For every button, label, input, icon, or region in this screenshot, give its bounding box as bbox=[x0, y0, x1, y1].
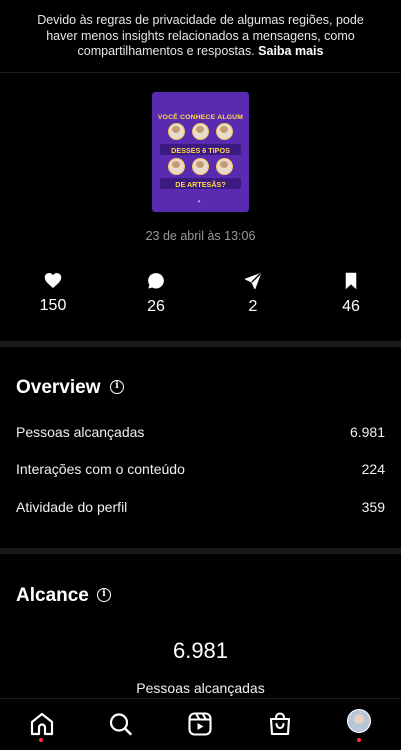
row-value: 6.981 bbox=[349, 424, 385, 440]
thumb-line-2: DESSES 6 TIPOS bbox=[171, 146, 230, 155]
row-label: Atividade do perfil bbox=[16, 499, 128, 515]
profile-avatar[interactable] bbox=[347, 709, 371, 733]
saves-stat: 46 bbox=[321, 272, 381, 316]
overview-row[interactable]: Interações com o conteúdo 224 bbox=[16, 461, 385, 477]
overview-row[interactable]: Atividade do perfil 359 bbox=[16, 499, 385, 515]
search-icon[interactable] bbox=[108, 712, 134, 736]
info-icon[interactable]: i bbox=[110, 380, 124, 394]
row-value: 359 bbox=[361, 499, 385, 515]
overview-row[interactable]: Pessoas alcançadas 6.981 bbox=[16, 424, 385, 440]
reels-icon[interactable] bbox=[187, 712, 213, 736]
face-image bbox=[168, 158, 185, 175]
bookmark-icon bbox=[345, 272, 357, 290]
thumb-line-1: VOCÊ CONHECE ALGUM bbox=[157, 114, 244, 121]
likes-count: 150 bbox=[39, 297, 67, 314]
shares-count: 2 bbox=[248, 298, 258, 315]
row-value: 224 bbox=[361, 461, 385, 477]
shares-stat: 2 bbox=[223, 272, 283, 316]
likes-stat: 150 bbox=[23, 272, 83, 315]
overview-title: Overview bbox=[16, 377, 101, 398]
face-image bbox=[216, 123, 233, 140]
thumb-line-3: DE ARTESÃS? bbox=[175, 180, 226, 189]
face-image bbox=[192, 158, 209, 175]
shop-icon[interactable] bbox=[267, 712, 293, 736]
heart-icon bbox=[44, 273, 62, 288]
reach-value: 6.981 bbox=[172, 638, 229, 663]
section-divider bbox=[0, 341, 401, 347]
row-label: Interações com o conteúdo bbox=[16, 461, 185, 477]
row-label: Pessoas alcançadas bbox=[16, 424, 145, 440]
notification-dot bbox=[39, 738, 43, 742]
face-image bbox=[168, 123, 185, 140]
notification-dot bbox=[357, 738, 361, 742]
reach-label: Pessoas alcançadas bbox=[136, 680, 265, 696]
post-date: 23 de abril às 13:06 bbox=[145, 229, 256, 243]
post-thumbnail[interactable]: VOCÊ CONHECE ALGUM DESSES 6 TIPOS DE ART… bbox=[152, 92, 249, 212]
section-divider bbox=[0, 548, 401, 554]
comments-count: 26 bbox=[147, 298, 165, 315]
comment-icon bbox=[148, 273, 164, 289]
thumb-logo: ✦ bbox=[197, 199, 202, 205]
reach-title: Alcance bbox=[16, 585, 89, 606]
learn-more-link[interactable]: Saiba mais bbox=[258, 44, 323, 58]
privacy-notice: Devido às regras de privacidade de algum… bbox=[0, 0, 401, 72]
home-icon[interactable] bbox=[29, 712, 55, 736]
saves-count: 46 bbox=[342, 298, 360, 315]
send-icon bbox=[244, 272, 262, 290]
face-image bbox=[192, 123, 209, 140]
divider bbox=[0, 72, 401, 73]
face-image bbox=[216, 158, 233, 175]
info-icon[interactable]: i bbox=[97, 588, 111, 602]
comments-stat: 26 bbox=[126, 272, 186, 316]
